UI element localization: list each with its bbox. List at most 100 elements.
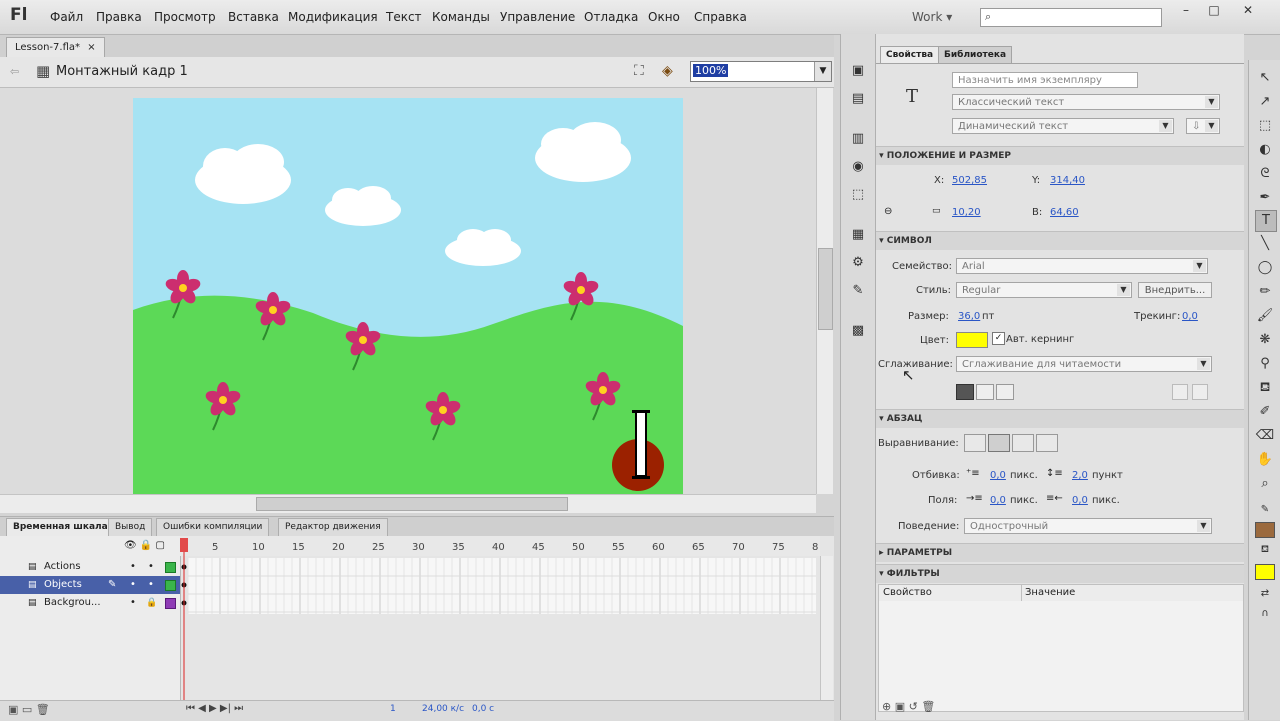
layer-objects[interactable]: ▤ Objects ✎ • • xyxy=(0,576,180,594)
tab-output[interactable]: Вывод xyxy=(108,518,153,536)
align-panel-icon[interactable]: ▣ xyxy=(849,62,867,80)
menu-text[interactable]: Текст xyxy=(386,10,422,24)
fill-color-swatch[interactable] xyxy=(1255,564,1275,580)
layer-color-swatch[interactable] xyxy=(165,562,176,573)
layer-header-icons[interactable]: 👁 🔒 ▢ xyxy=(124,540,165,551)
help-search-input[interactable]: ⌕ xyxy=(980,8,1162,27)
tab-library[interactable]: Библиотека xyxy=(938,46,1013,63)
timeline-frames[interactable]: 5 10 15 20 25 30 35 40 45 50 55 60 65 70 75 8 xyxy=(180,536,820,700)
menu-file[interactable]: Файл xyxy=(50,10,83,24)
vscroll-thumb[interactable] xyxy=(818,248,833,330)
transform-panel-icon[interactable]: ⬚ xyxy=(849,186,867,204)
y-value[interactable]: 314,40 xyxy=(1050,175,1085,186)
free-transform-tool-icon[interactable]: ⬚ xyxy=(1255,116,1275,136)
menu-modify[interactable]: Модификация xyxy=(288,10,378,24)
timeline-vertical-scrollbar[interactable] xyxy=(820,556,833,700)
font-style-select[interactable]: Regular ▼ xyxy=(956,282,1132,298)
selection-tool-icon[interactable]: ↖ xyxy=(1255,68,1275,88)
layer-background[interactable]: ▤ Backgrou... • 🔒 xyxy=(0,594,180,612)
text-engine-select[interactable]: Классический текст ▼ xyxy=(952,94,1220,110)
text-color-swatch[interactable] xyxy=(956,332,988,348)
border-toggle[interactable] xyxy=(996,384,1014,400)
layer-color-swatch[interactable] xyxy=(165,598,176,609)
eraser-tool-icon[interactable]: ⌫ xyxy=(1255,426,1275,446)
oval-tool-icon[interactable]: ◯ xyxy=(1255,258,1275,278)
menu-insert[interactable]: Вставка xyxy=(228,10,279,24)
bone-tool-icon[interactable]: ⚲ xyxy=(1255,354,1275,374)
behavior-select[interactable]: Однострочный ▼ xyxy=(964,518,1212,534)
maximize-button[interactable]: □ xyxy=(1202,3,1226,19)
stroke-color-swatch[interactable] xyxy=(1255,522,1275,538)
paint-bucket-tool-icon[interactable]: ⛾ xyxy=(1255,378,1275,398)
render-html-toggle[interactable] xyxy=(976,384,994,400)
line-tool-icon[interactable]: ╲ xyxy=(1255,234,1275,254)
zoom-field[interactable]: 100% ▼ xyxy=(690,61,832,82)
align-center-button[interactable] xyxy=(988,434,1010,452)
document-tab[interactable]: Lesson-7.fla* × xyxy=(6,37,105,57)
tab-motion-editor[interactable]: Редактор движения xyxy=(278,518,388,536)
add-filter-icon[interactable]: ⊕ ▣ ↺ 🗑 xyxy=(882,700,935,713)
minimize-button[interactable]: – xyxy=(1174,3,1198,19)
left-margin-value[interactable]: 0,0 xyxy=(990,495,1006,506)
layer-color-swatch[interactable] xyxy=(165,580,176,591)
current-frame[interactable]: 1 xyxy=(390,704,396,714)
instance-name-input[interactable]: Назначить имя экземпляру xyxy=(952,72,1138,88)
indent-value[interactable]: 0,0 xyxy=(990,470,1006,481)
menu-debug[interactable]: Отладка xyxy=(584,10,638,24)
pen-tool-icon[interactable]: ✒ xyxy=(1255,188,1275,208)
section-paragraph[interactable]: ▾ АБЗАЦ xyxy=(876,409,1244,428)
selectable-toggle[interactable] xyxy=(956,384,974,400)
deco-tool-icon[interactable]: ❋ xyxy=(1255,330,1275,350)
align-justify-button[interactable] xyxy=(1036,434,1058,452)
antialias-select[interactable]: Сглаживание для читаемости ▼ xyxy=(956,356,1212,372)
section-filters[interactable]: ▾ ФИЛЬТРЫ xyxy=(876,564,1244,583)
zoom-dropdown-icon[interactable]: ▼ xyxy=(814,62,831,81)
tab-properties[interactable]: Свойства xyxy=(880,46,940,63)
project-panel-icon[interactable]: ▩ xyxy=(849,322,867,340)
size-value[interactable]: 36,0 xyxy=(958,311,980,322)
x-value[interactable]: 502,85 xyxy=(952,175,987,186)
menu-control[interactable]: Управление xyxy=(500,10,575,24)
superscript-toggle[interactable] xyxy=(1172,384,1188,400)
width-value[interactable]: 10,20 xyxy=(952,207,981,218)
section-position-size[interactable]: ▾ ПОЛОЖЕНИЕ И РАЗМЕР xyxy=(876,146,1244,165)
color-panel-icon[interactable]: ◉ xyxy=(849,158,867,176)
menu-edit[interactable]: Правка xyxy=(96,10,142,24)
autokern-checkbox[interactable]: ✓ xyxy=(992,332,1005,345)
new-layer-icon[interactable]: ▣ ▭ 🗑 xyxy=(8,703,50,716)
info-panel-icon[interactable]: ▤ xyxy=(849,90,867,108)
document-tab-close-icon[interactable]: × xyxy=(87,42,95,53)
swatches-panel-icon[interactable]: ▥ xyxy=(849,130,867,148)
back-arrow-icon[interactable]: ⇦ xyxy=(10,65,19,78)
font-family-select[interactable]: Arial ▼ xyxy=(956,258,1208,274)
pencil-tool-icon[interactable]: ✏ xyxy=(1255,282,1275,302)
playback-controls[interactable]: ⏮ ◀ ▶ ▶| ⏭ xyxy=(186,703,243,714)
snap-icon[interactable]: ∩ xyxy=(1255,604,1275,624)
edit-scene-icon[interactable]: ⛶ xyxy=(634,63,644,79)
filters-list[interactable] xyxy=(878,601,1244,712)
embed-button[interactable]: Внедрить... xyxy=(1138,282,1212,298)
zoom-tool-icon[interactable]: ⌕ xyxy=(1255,474,1275,494)
edit-symbol-icon[interactable]: ◈ xyxy=(662,63,673,79)
layer-actions[interactable]: ▤ Actions • • xyxy=(0,558,180,576)
tracking-value[interactable]: 0,0 xyxy=(1182,311,1198,322)
swap-colors-icon[interactable]: ⇄ xyxy=(1255,584,1275,604)
components-panel-icon[interactable]: ▦ xyxy=(849,226,867,244)
hscroll-thumb[interactable] xyxy=(256,497,568,511)
height-value[interactable]: 64,60 xyxy=(1050,207,1079,218)
menu-view[interactable]: Просмотр xyxy=(154,10,216,24)
text-orientation-select[interactable]: ⇩ ▼ xyxy=(1186,118,1220,134)
align-left-button[interactable] xyxy=(964,434,986,452)
brush-tool-icon[interactable]: 🖌 xyxy=(1255,306,1275,326)
subscript-toggle[interactable] xyxy=(1192,384,1208,400)
section-options[interactable]: ▸ ПАРАМЕТРЫ xyxy=(876,543,1244,562)
menu-commands[interactable]: Команды xyxy=(432,10,490,24)
align-right-button[interactable] xyxy=(1012,434,1034,452)
code-snippets-icon[interactable]: ✎ xyxy=(849,282,867,300)
workspace-switcher[interactable]: Work ▾ xyxy=(912,10,952,24)
menu-help[interactable]: Справка xyxy=(694,10,747,24)
close-window-button[interactable]: ✕ xyxy=(1236,3,1260,19)
motion-presets-icon[interactable]: ⚙ xyxy=(849,254,867,272)
tab-compiler-errors[interactable]: Ошибки компиляции xyxy=(156,518,270,536)
subselection-tool-icon[interactable]: ↗ xyxy=(1255,92,1275,112)
